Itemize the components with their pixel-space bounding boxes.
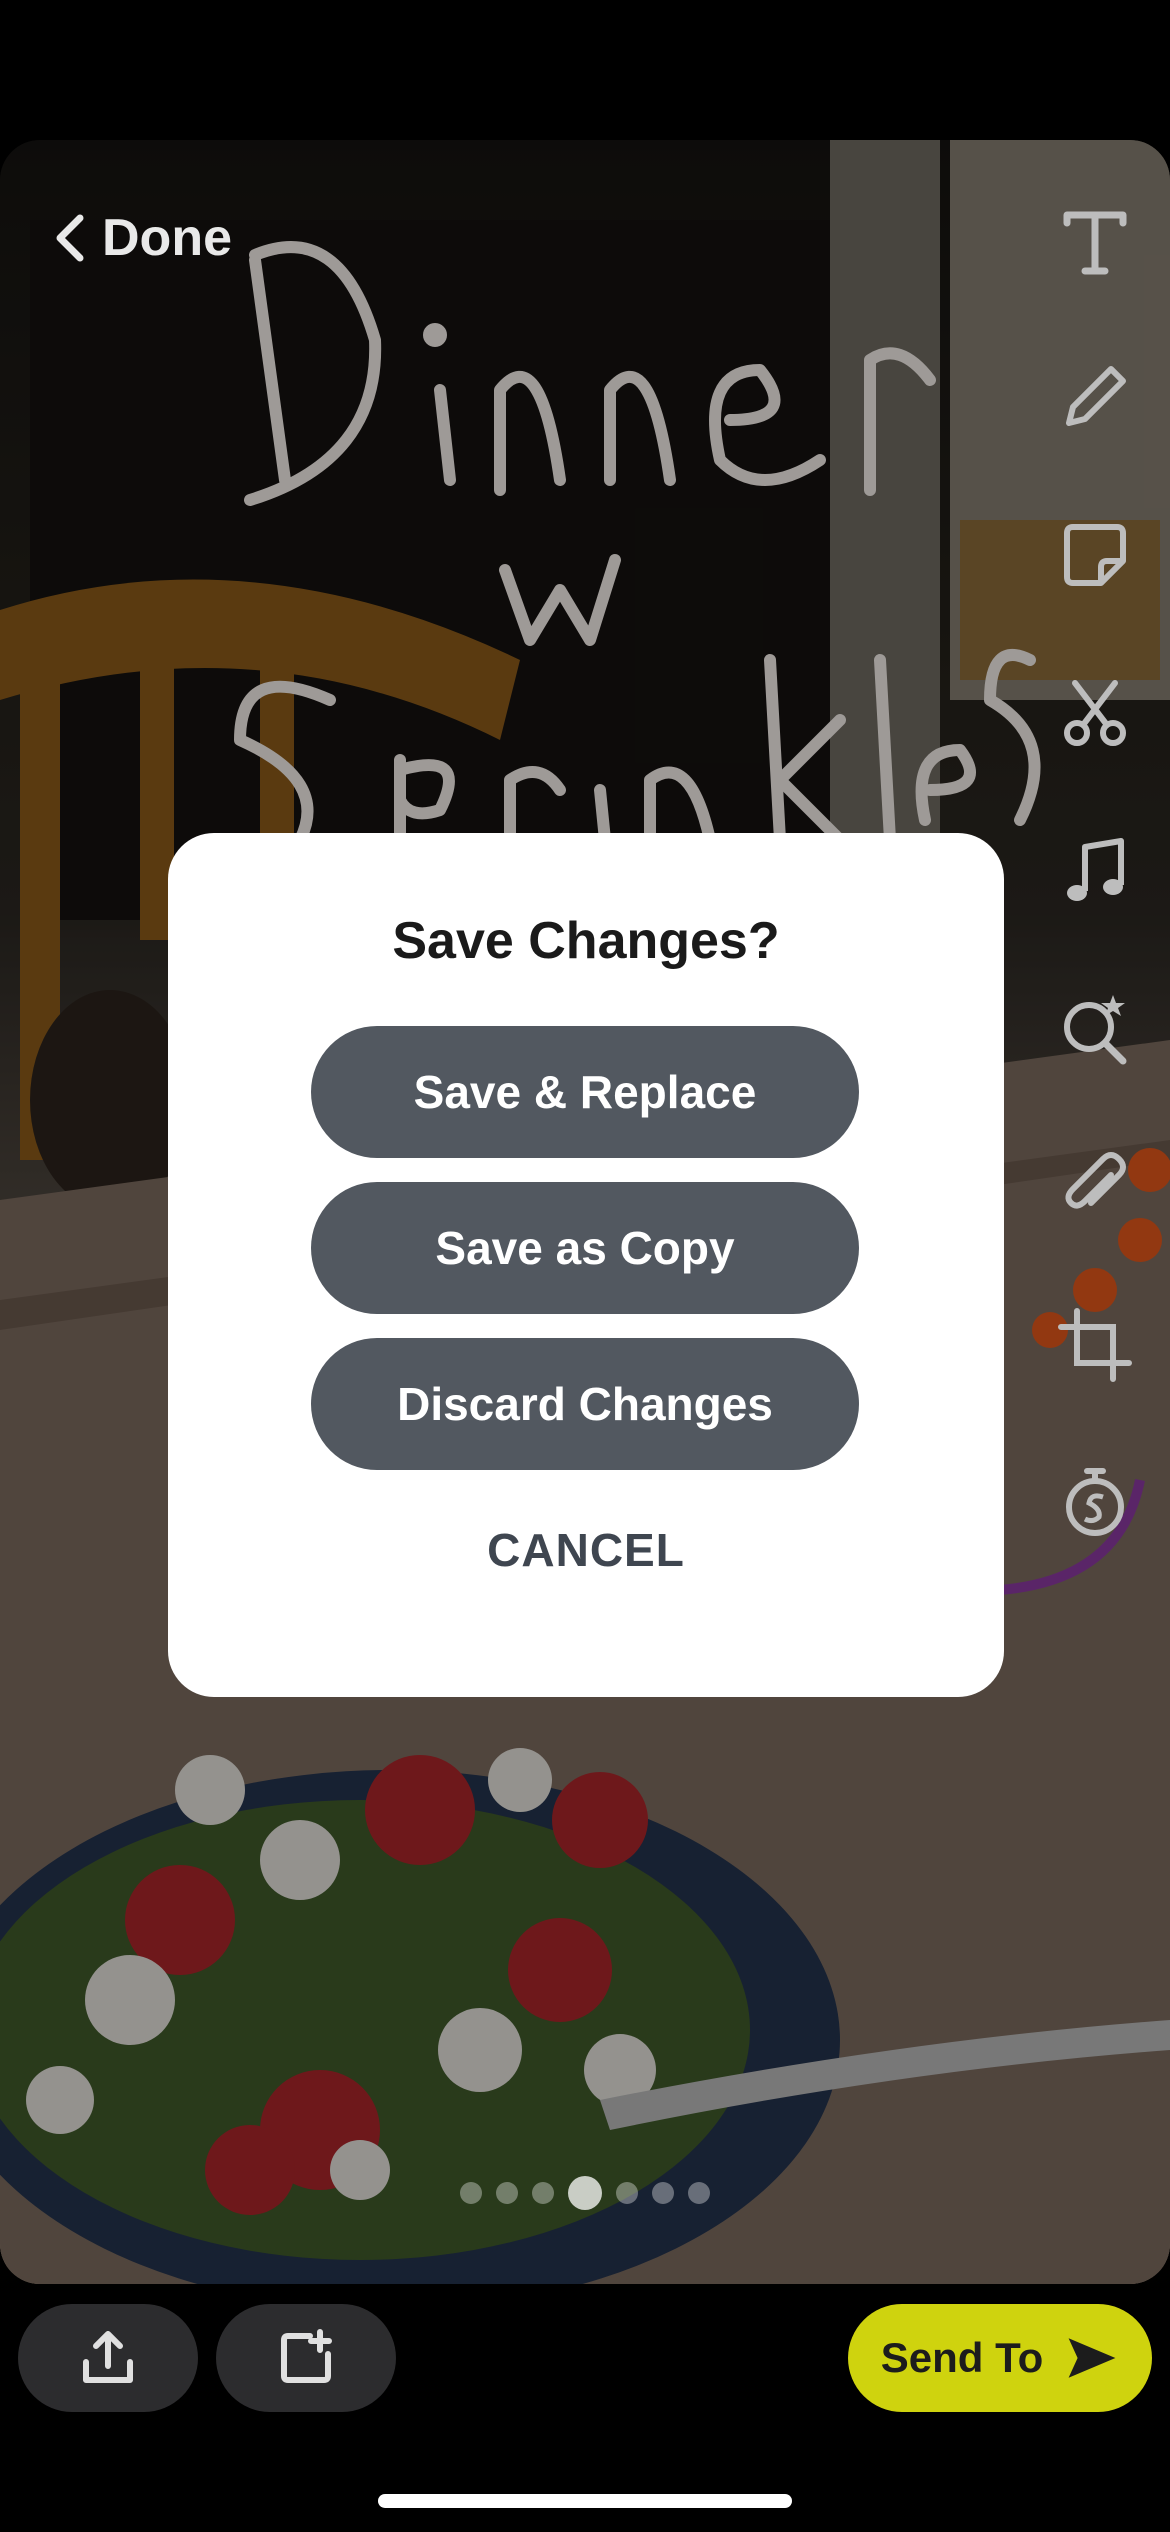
pencil-tool-button[interactable] [1050, 352, 1140, 442]
lens-icon [1064, 995, 1127, 1065]
export-button[interactable] [18, 2304, 198, 2412]
sticker-tool-button[interactable] [1050, 510, 1140, 600]
share-upload-icon [83, 2331, 133, 2383]
page-indicator [460, 2176, 710, 2210]
add-story-icon [281, 2329, 332, 2383]
timer-icon [1066, 1468, 1124, 1536]
crop-tool-button[interactable] [1050, 1300, 1140, 1390]
send-to-button[interactable]: Send To [848, 2304, 1152, 2412]
dialog-title: Save Changes? [392, 912, 780, 970]
page-dot-active [568, 2176, 602, 2210]
add-to-story-button[interactable] [216, 2304, 396, 2412]
page-dot [688, 2182, 710, 2204]
save-changes-dialog: Save Changes? Save & Replace Save as Cop… [168, 833, 1004, 1697]
attach-icon [1065, 1152, 1126, 1209]
pencil-icon [1066, 366, 1126, 426]
discard-changes-button[interactable]: Discard Changes [311, 1338, 859, 1470]
text-icon [1063, 211, 1127, 275]
music-tool-button[interactable] [1050, 826, 1140, 916]
timer-tool-button[interactable] [1050, 1458, 1140, 1548]
crop-icon [1058, 1308, 1132, 1382]
done-button[interactable]: Done [52, 208, 232, 268]
page-dot [460, 2182, 482, 2204]
page-dot [652, 2182, 674, 2204]
save-as-copy-button[interactable]: Save as Copy [311, 1182, 859, 1314]
attach-tool-button[interactable] [1050, 1142, 1140, 1232]
cancel-button[interactable]: CANCEL [168, 1523, 1004, 1577]
scissors-icon [1064, 680, 1126, 746]
text-tool-button[interactable] [1050, 196, 1140, 286]
home-indicator [378, 2494, 792, 2508]
lens-tool-button[interactable] [1050, 984, 1140, 1074]
send-arrow-icon [1068, 2338, 1116, 2378]
done-label: Done [102, 209, 232, 267]
scissors-tool-button[interactable] [1050, 668, 1140, 758]
page-dot [616, 2182, 638, 2204]
save-replace-button[interactable]: Save & Replace [311, 1026, 859, 1158]
sticker-icon [1064, 524, 1126, 586]
page-dot [532, 2182, 554, 2204]
music-icon [1067, 838, 1124, 901]
chevron-left-icon [56, 214, 84, 262]
page-dot [496, 2182, 518, 2204]
send-to-label: Send To [880, 2334, 1044, 2381]
